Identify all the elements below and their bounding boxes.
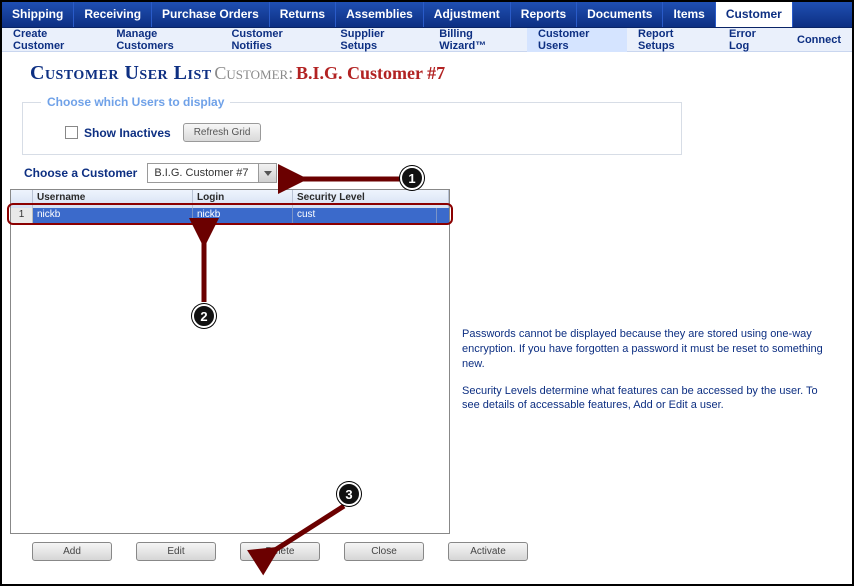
info-security-levels: Security Levels determine what features … [462,384,832,414]
subnav-error-log[interactable]: Error Log [718,28,786,52]
customer-picker-label: Choose a Customer [24,166,137,180]
nav-shipping[interactable]: Shipping [2,2,74,27]
checkbox-icon [65,126,78,139]
cell-trailing [437,208,449,224]
info-passwords: Passwords cannot be displayed because th… [462,327,832,372]
nav-receiving[interactable]: Receiving [74,2,152,27]
nav-adjustment[interactable]: Adjustment [424,2,511,27]
subnav-supplier-setups[interactable]: Supplier Setups [329,28,428,52]
nav-reports[interactable]: Reports [511,2,577,27]
edit-button[interactable]: Edit [136,542,216,561]
page-title-customer: B.I.G. Customer #7 [296,63,445,83]
user-grid: Username Login Security Level 1 nickb ni… [10,189,450,534]
nav-assemblies[interactable]: Assemblies [336,2,424,27]
subnav-customer-notifies[interactable]: Customer Notifies [220,28,329,52]
filter-legend: Choose which Users to display [41,95,230,109]
subnav-customer-users[interactable]: Customer Users [527,28,627,52]
delete-button[interactable]: Delete [240,542,320,561]
annotation-callout-3: 3 [337,482,361,506]
chevron-down-icon [258,164,276,182]
cell-security: cust [293,208,437,224]
activate-button[interactable]: Activate [448,542,528,561]
subnav-billing-wizard[interactable]: Billing Wizard™ [428,28,527,52]
grid-rownum-header [11,190,33,208]
subnav-create-customer[interactable]: Create Customer [2,28,105,52]
sub-nav: Create Customer Manage Customers Custome… [2,28,852,52]
table-row[interactable]: 1 nickb nickb cust [11,208,449,224]
filter-fieldset: Choose which Users to display Show Inact… [22,95,682,155]
refresh-grid-button[interactable]: Refresh Grid [183,123,262,142]
nav-customer[interactable]: Customer [716,2,793,27]
action-buttons: Add Edit Delete Close Activate [32,542,852,561]
col-security-level[interactable]: Security Level [293,190,449,208]
show-inactives-label: Show Inactives [84,126,171,140]
subnav-connect[interactable]: Connect [786,34,852,46]
customer-picker-row: Choose a Customer B.I.G. Customer #7 [24,163,852,183]
row-number: 1 [11,208,33,224]
nav-returns[interactable]: Returns [270,2,336,27]
show-inactives-checkbox[interactable]: Show Inactives [65,126,171,140]
nav-purchase-orders[interactable]: Purchase Orders [152,2,270,27]
grid-header: Username Login Security Level [11,190,449,208]
add-button[interactable]: Add [32,542,112,561]
nav-items[interactable]: Items [663,2,715,27]
main-nav: Shipping Receiving Purchase Orders Retur… [2,2,852,28]
subnav-manage-customers[interactable]: Manage Customers [105,28,220,52]
info-panel: Passwords cannot be displayed because th… [462,327,832,425]
col-login[interactable]: Login [193,190,293,208]
cell-login: nickb [193,208,293,224]
customer-dropdown-value: B.I.G. Customer #7 [148,164,258,182]
nav-documents[interactable]: Documents [577,2,663,27]
annotation-callout-1: 1 [400,166,424,190]
page-title-main: Customer User List [30,62,212,84]
page-title: Customer User List Customer: B.I.G. Cust… [2,52,852,91]
annotation-callout-2: 2 [192,304,216,328]
customer-dropdown[interactable]: B.I.G. Customer #7 [147,163,277,183]
col-username[interactable]: Username [33,190,193,208]
close-button[interactable]: Close [344,542,424,561]
cell-username: nickb [33,208,193,224]
subnav-report-setups[interactable]: Report Setups [627,28,718,52]
page-title-label: Customer: [214,63,293,83]
